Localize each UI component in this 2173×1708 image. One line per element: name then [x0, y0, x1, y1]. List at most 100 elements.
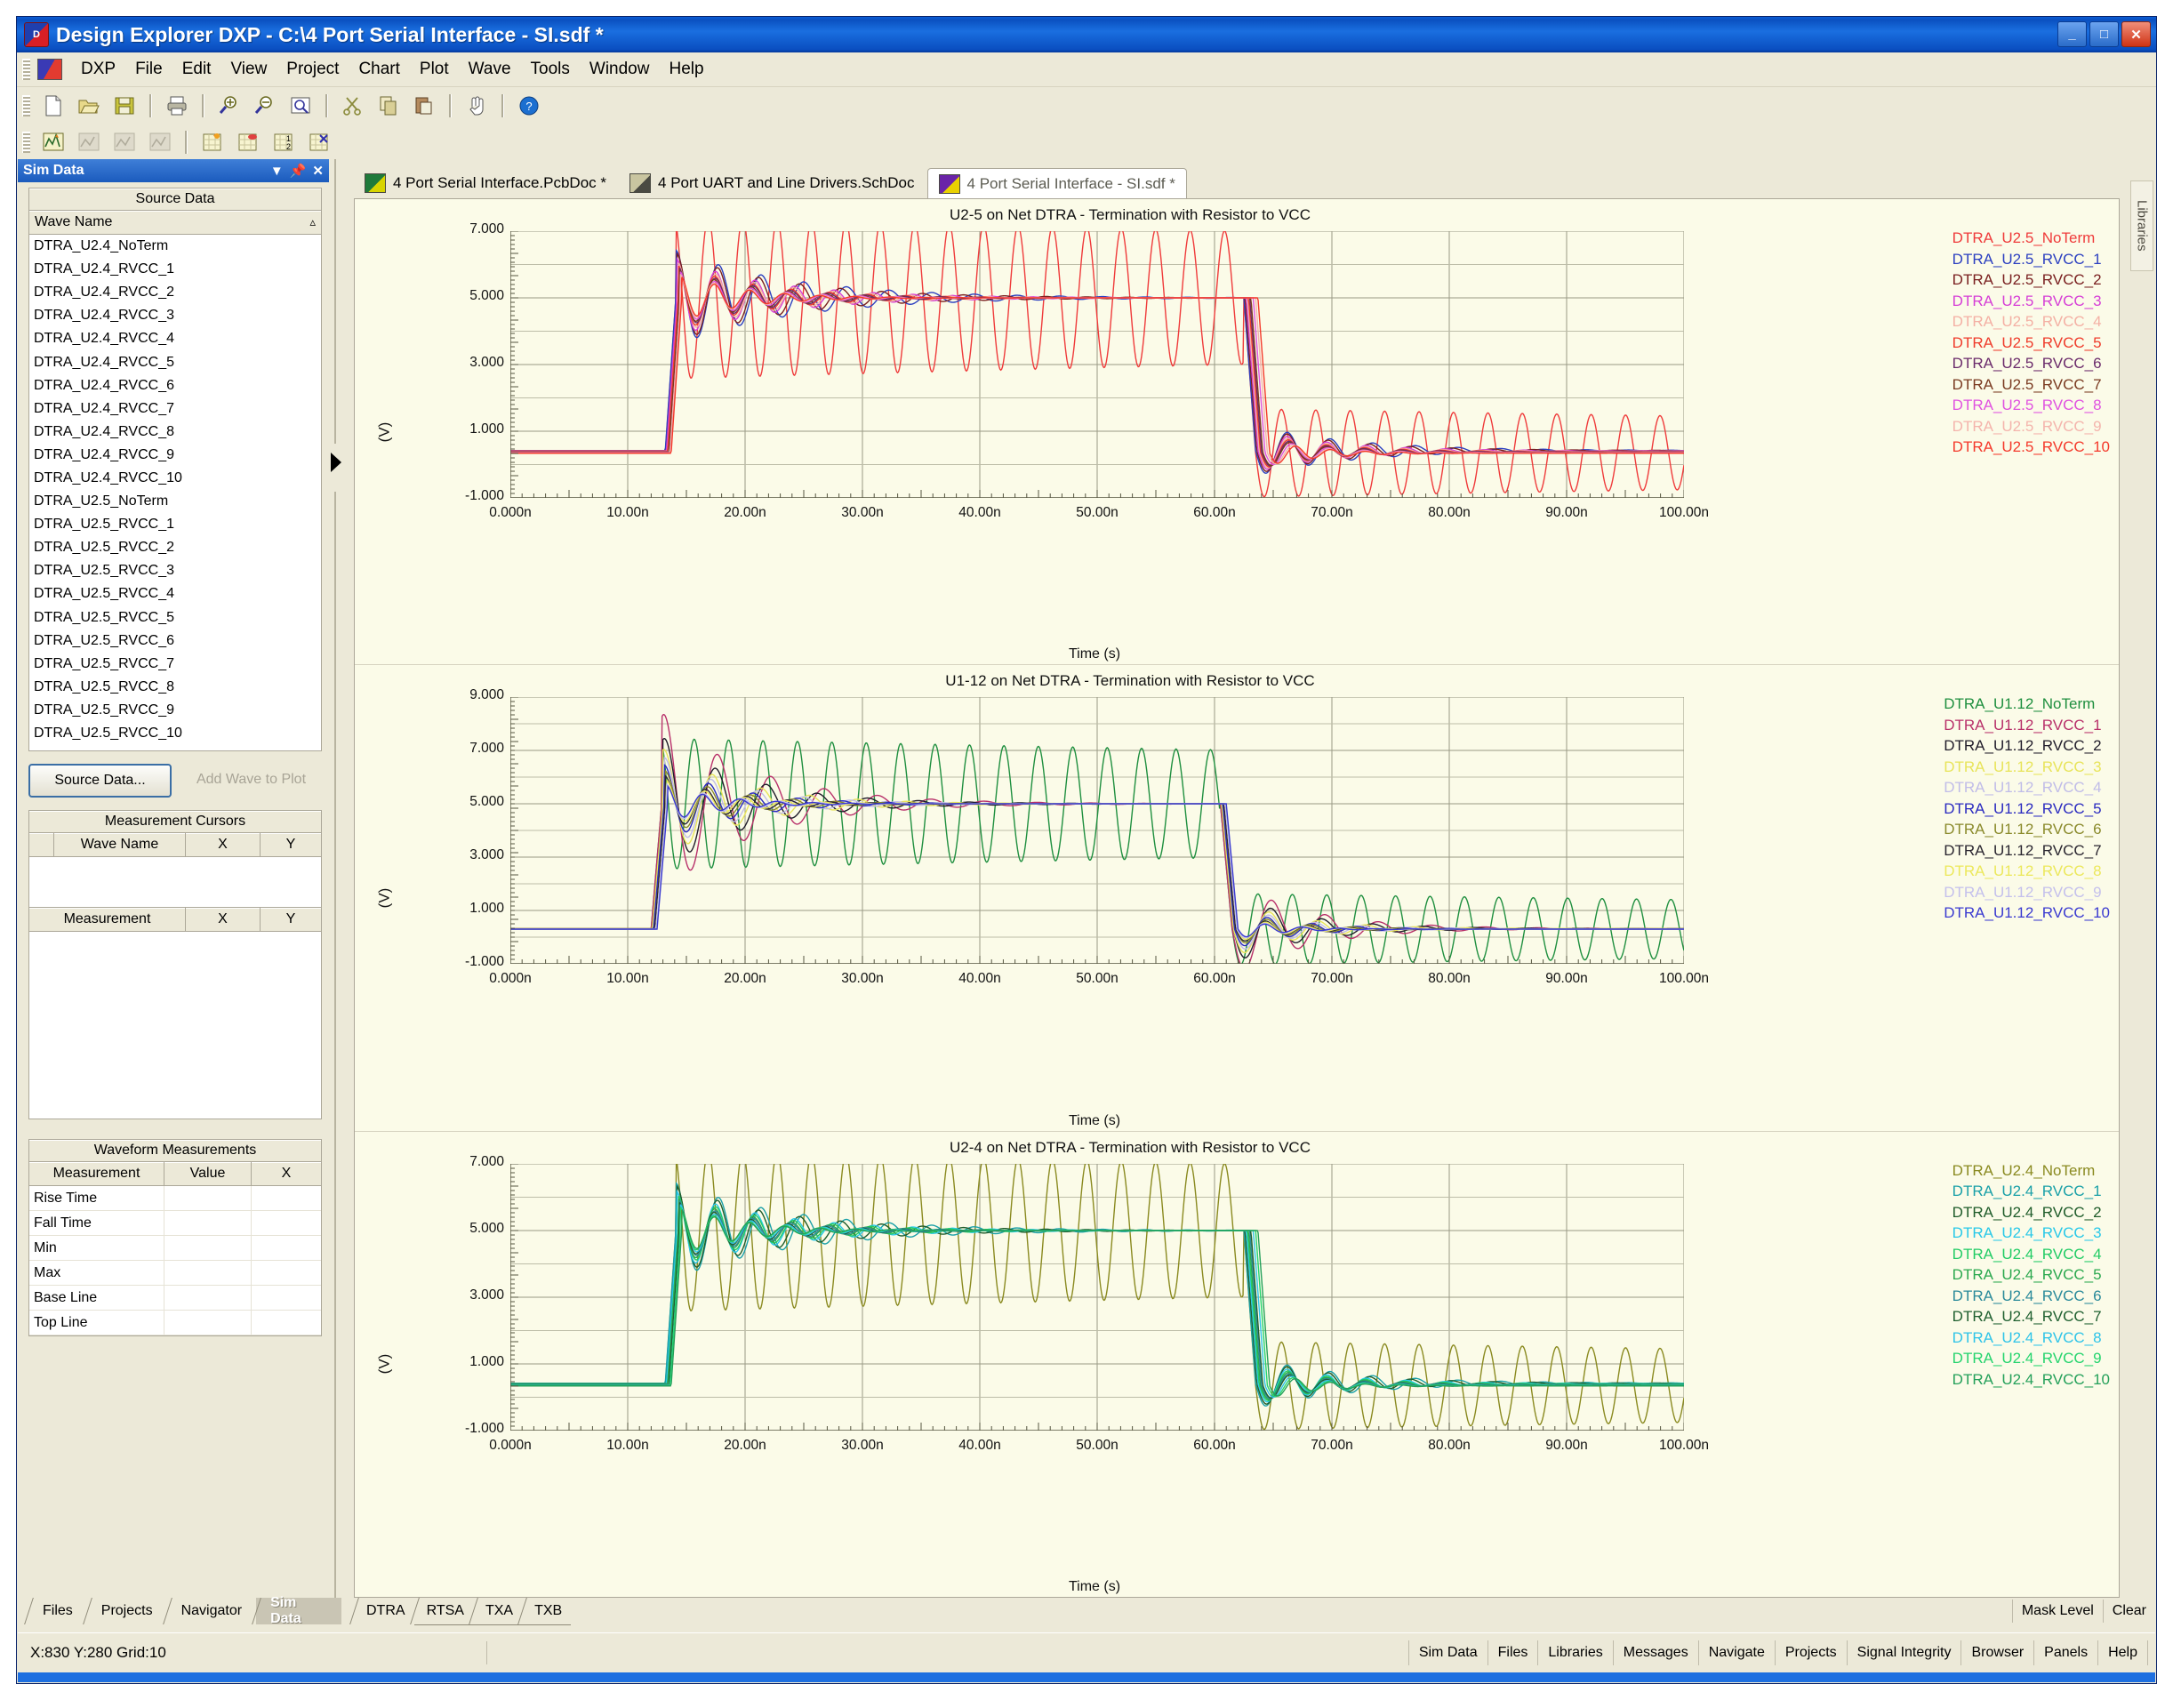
menu-item-file[interactable]: File: [125, 57, 172, 82]
cursor-measurement-column-header[interactable]: Measurement X Y: [28, 908, 322, 932]
wave-list-item[interactable]: DTRA_U2.5_RVCC_3: [29, 559, 321, 582]
legend-entry[interactable]: DTRA_U2.5_NoTerm: [1952, 228, 2110, 249]
wave-list-item[interactable]: DTRA_U2.4_RVCC_9: [29, 444, 321, 467]
copy-icon[interactable]: [373, 92, 404, 120]
cursor-measurement-list[interactable]: [28, 932, 322, 1119]
measurement-cursors-column-header[interactable]: Wave Name X Y: [28, 832, 322, 857]
new-document-icon[interactable]: [38, 92, 68, 120]
minimize-button[interactable]: _: [2057, 21, 2087, 47]
plot-2[interactable]: U1-12 on Net DTRA - Termination with Res…: [355, 665, 2119, 1130]
legend-entry[interactable]: DTRA_U2.4_RVCC_1: [1952, 1181, 2110, 1202]
legend-entry[interactable]: DTRA_U1.12_NoTerm: [1944, 694, 2110, 715]
legend-entry[interactable]: DTRA_U2.5_RVCC_9: [1952, 416, 2110, 437]
add-wave-icon[interactable]: [38, 128, 68, 156]
maximize-button[interactable]: □: [2089, 21, 2119, 47]
wave-list-item[interactable]: DTRA_U2.4_RVCC_2: [29, 281, 321, 304]
legend-entry[interactable]: DTRA_U2.4_RVCC_3: [1952, 1223, 2110, 1244]
wave-list-item[interactable]: DTRA_U2.4_RVCC_10: [29, 467, 321, 490]
legend-entry[interactable]: DTRA_U2.4_NoTerm: [1952, 1160, 2110, 1182]
plot-settings-icon[interactable]: [304, 128, 334, 156]
document-tab[interactable]: 4 Port Serial Interface - SI.sdf *: [927, 168, 1187, 199]
menu-item-tools[interactable]: Tools: [521, 57, 580, 82]
wave-list-item[interactable]: DTRA_U2.4_RVCC_1: [29, 258, 321, 281]
legend-entry[interactable]: DTRA_U2.4_RVCC_9: [1952, 1348, 2110, 1369]
legend-entry[interactable]: DTRA_U2.4_RVCC_2: [1952, 1202, 2110, 1223]
legend-entry[interactable]: DTRA_U2.4_RVCC_10: [1952, 1369, 2110, 1391]
waveform-measurement-row[interactable]: Min: [29, 1236, 321, 1261]
toolbar-drag-grip[interactable]: [22, 95, 30, 116]
source-data-wave-list[interactable]: DTRA_U2.4_NoTermDTRA_U2.4_RVCC_1DTRA_U2.…: [28, 235, 322, 751]
status-button-sim-data[interactable]: Sim Data: [1408, 1640, 1487, 1665]
legend-entry[interactable]: DTRA_U1.12_RVCC_6: [1944, 819, 2110, 840]
wave-list-item[interactable]: DTRA_U2.4_RVCC_7: [29, 397, 321, 421]
status-button-panels[interactable]: Panels: [2033, 1640, 2097, 1665]
legend-entry[interactable]: DTRA_U2.5_RVCC_10: [1952, 437, 2110, 458]
source-data-button[interactable]: Source Data...: [28, 764, 172, 798]
panel-tab-navigator[interactable]: Navigator: [167, 1598, 256, 1624]
wave-list-item[interactable]: DTRA_U2.5_RVCC_5: [29, 606, 321, 629]
view-tab-txa[interactable]: TXA: [473, 1598, 522, 1625]
waveform-measurement-row[interactable]: Rise Time: [29, 1186, 321, 1211]
waveform-measurements-column-header[interactable]: Measurement Value X: [28, 1161, 322, 1186]
wave-list-item[interactable]: DTRA_U2.4_RVCC_4: [29, 327, 321, 350]
sort-ascending-icon[interactable]: ▵: [309, 215, 316, 229]
zoom-area-icon[interactable]: [285, 92, 316, 120]
document-tab[interactable]: 4 Port UART and Line Drivers.SchDoc: [619, 168, 926, 198]
help-question-icon[interactable]: ?: [514, 92, 544, 120]
mask-control-clear[interactable]: Clear: [2103, 1600, 2155, 1623]
legend-entry[interactable]: DTRA_U2.5_RVCC_3: [1952, 291, 2110, 312]
menu-drag-grip[interactable]: [22, 59, 30, 80]
measurement-cursors-list[interactable]: [28, 857, 322, 908]
waveform-measurement-row[interactable]: Base Line: [29, 1286, 321, 1311]
legend-entry[interactable]: DTRA_U2.5_RVCC_5: [1952, 333, 2110, 354]
plot-3[interactable]: U2-4 on Net DTRA - Termination with Resi…: [355, 1132, 2119, 1597]
legend-entry[interactable]: DTRA_U1.12_RVCC_10: [1944, 902, 2110, 924]
wave-list-item[interactable]: DTRA_U2.5_NoTerm: [29, 490, 321, 513]
status-button-help[interactable]: Help: [2097, 1640, 2148, 1665]
status-button-navigate[interactable]: Navigate: [1698, 1640, 1775, 1665]
status-button-messages[interactable]: Messages: [1613, 1640, 1698, 1665]
status-button-projects[interactable]: Projects: [1775, 1640, 1847, 1665]
chevron-down-icon[interactable]: ▼: [270, 164, 284, 179]
save-icon[interactable]: [109, 92, 140, 120]
wave-list-item[interactable]: DTRA_U2.4_RVCC_8: [29, 421, 321, 444]
close-button[interactable]: ✕: [2121, 21, 2151, 47]
source-data-column-header[interactable]: Wave Name ▵: [28, 210, 322, 235]
panel-tab-sim-data[interactable]: Sim Data: [256, 1598, 341, 1624]
legend-entry[interactable]: DTRA_U1.12_RVCC_1: [1944, 715, 2110, 736]
wave-list-item[interactable]: DTRA_U2.5_RVCC_2: [29, 536, 321, 559]
menu-item-project[interactable]: Project: [277, 57, 349, 82]
legend-entry[interactable]: DTRA_U2.4_RVCC_7: [1952, 1306, 2110, 1327]
menu-item-plot[interactable]: Plot: [410, 57, 459, 82]
status-button-files[interactable]: Files: [1487, 1640, 1538, 1665]
menu-item-edit[interactable]: Edit: [172, 57, 221, 82]
wave-list-item[interactable]: DTRA_U2.4_RVCC_3: [29, 304, 321, 327]
paste-icon[interactable]: [409, 92, 439, 120]
menu-item-wave[interactable]: Wave: [459, 57, 521, 82]
status-button-libraries[interactable]: Libraries: [1537, 1640, 1612, 1665]
wave-list-item[interactable]: DTRA_U2.5_RVCC_9: [29, 699, 321, 722]
menu-item-help[interactable]: Help: [659, 57, 713, 82]
menu-item-dxp[interactable]: DXP: [71, 57, 125, 82]
view-tab-dtra[interactable]: DTRA: [354, 1598, 414, 1624]
view-tab-txb[interactable]: TXB: [522, 1598, 571, 1625]
legend-entry[interactable]: DTRA_U2.4_RVCC_6: [1952, 1286, 2110, 1307]
print-icon[interactable]: [162, 92, 192, 120]
legend-entry[interactable]: DTRA_U1.12_RVCC_7: [1944, 840, 2110, 862]
chart-toolbar-drag-grip[interactable]: [22, 132, 30, 153]
libraries-vertical-tab[interactable]: Libraries: [2130, 180, 2153, 271]
legend-entry[interactable]: DTRA_U1.12_RVCC_2: [1944, 735, 2110, 757]
waveform-measurement-row[interactable]: Max: [29, 1261, 321, 1286]
legend-entry[interactable]: DTRA_U1.12_RVCC_9: [1944, 882, 2110, 903]
status-button-signal-integrity[interactable]: Signal Integrity: [1847, 1640, 1961, 1665]
open-folder-icon[interactable]: [74, 92, 104, 120]
panel-tab-files[interactable]: Files: [28, 1598, 87, 1624]
legend-entry[interactable]: DTRA_U1.12_RVCC_4: [1944, 777, 2110, 798]
remove-plot-icon[interactable]: [233, 128, 263, 156]
wave-list-item[interactable]: DTRA_U2.4_RVCC_6: [29, 374, 321, 397]
document-tab[interactable]: 4 Port Serial Interface.PcbDoc *: [354, 168, 617, 198]
waveform-measurement-row[interactable]: Top Line: [29, 1311, 321, 1335]
legend-entry[interactable]: DTRA_U2.5_RVCC_8: [1952, 395, 2110, 416]
status-button-browser[interactable]: Browser: [1961, 1640, 2033, 1665]
wave-list-item[interactable]: DTRA_U2.5_RVCC_7: [29, 653, 321, 676]
